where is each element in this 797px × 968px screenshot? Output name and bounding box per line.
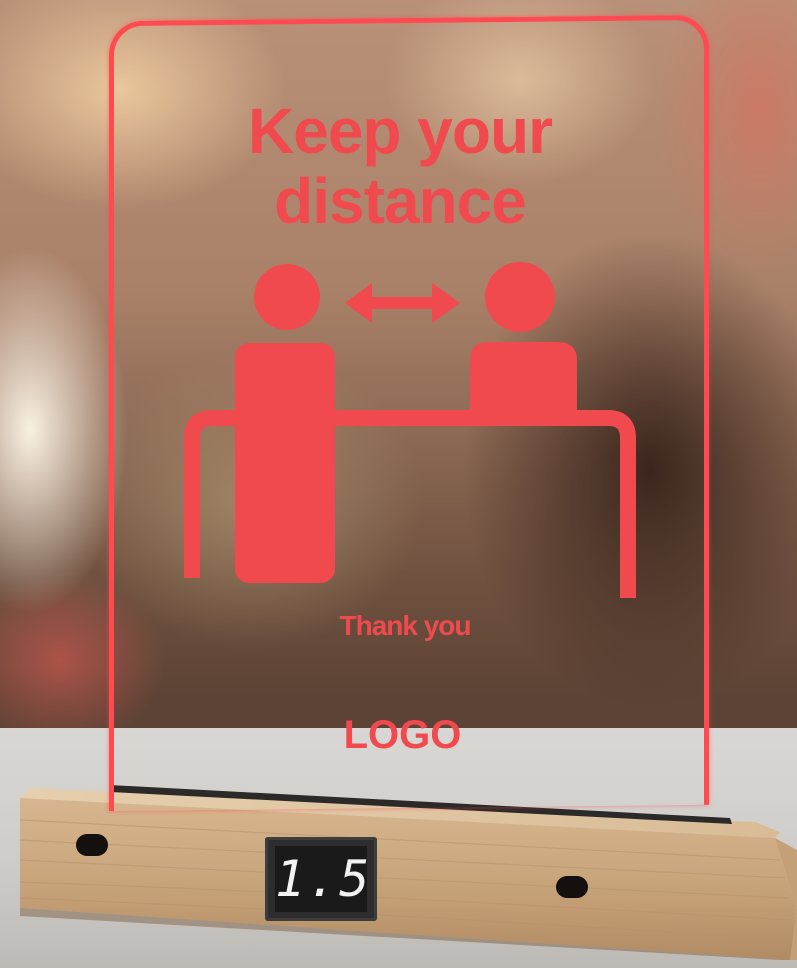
- logo-text: LOGO: [343, 713, 462, 757]
- double-arrow-icon: [345, 283, 460, 323]
- distance-pictogram-icon: [184, 262, 636, 598]
- thank-you-text: Thank you: [339, 610, 471, 641]
- left-person-head-icon: [254, 264, 320, 330]
- right-person-body-icon: [470, 342, 577, 420]
- right-person-head-icon: [485, 262, 555, 332]
- left-person-body-icon: [235, 343, 335, 583]
